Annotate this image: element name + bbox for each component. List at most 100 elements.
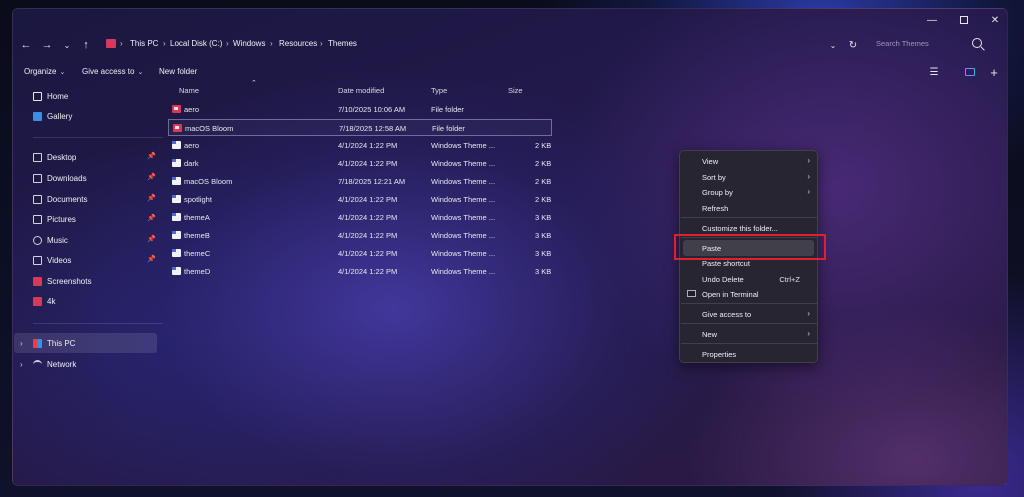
menu-item-label: Give access to [702,310,752,319]
refresh-button[interactable]: ↻ [846,38,860,52]
breadcrumb-windows[interactable]: Windows [233,39,265,48]
file-date-modified: 4/1/2024 1:22 PM [338,267,398,276]
menu-item-shortcut: Ctrl+Z [779,275,800,284]
menu-item-label: New [702,330,718,339]
home-icon [33,91,42,101]
menu-item-undo-delete[interactable]: Undo Delete Ctrl+Z [680,271,817,287]
chevron-right-icon[interactable]: › [20,360,23,369]
sidebar-item-screenshots[interactable]: Screenshots [33,272,91,290]
close-icon: ✕ [990,14,1000,26]
pictures-icon [33,214,42,224]
sort-up-icon: ⌃ [251,80,257,87]
give-access-label: Give access to [82,67,135,76]
sidebar-item-pictures[interactable]: Pictures [33,210,76,228]
theme-file-icon [172,213,181,221]
sidebar-item-network[interactable]: Network [33,355,76,373]
sidebar-item-4k[interactable]: 4k [33,292,55,310]
menu-item-label: Customize this folder... [702,224,778,233]
menu-item-label: View [702,157,719,166]
theme-file-icon [172,249,181,257]
breadcrumb-this-pc[interactable]: This PC [130,39,158,48]
file-row[interactable]: macOS Bloom 7/18/2025 12:58 AM File folder [168,119,552,136]
file-date-modified: 7/18/2025 12:21 AM [338,177,406,186]
this-pc-icon [33,338,42,348]
sidebar-item-label: Gallery [47,111,73,121]
file-row[interactable]: aero 4/1/2024 1:22 PM Windows Theme ... 2 K… [168,137,552,154]
breadcrumb-resources[interactable]: Resources [279,39,317,48]
breadcrumb-themes[interactable]: Themes [328,39,357,48]
menu-item-properties[interactable]: Properties [680,346,817,362]
file-row[interactable]: dark 4/1/2024 1:22 PM Windows Theme ... 2 K… [168,155,552,172]
file-row[interactable]: themeC 4/1/2024 1:22 PM Windows Theme ... 3… [168,245,552,262]
file-date-modified: 7/10/2025 10:06 AM [338,105,406,114]
paste-highlight-box [674,234,826,260]
close-button[interactable]: ✕ [988,13,1002,27]
recent-locations-button[interactable]: ⌄ [60,38,74,52]
maximize-button[interactable] [957,13,971,27]
sidebar-item-home[interactable]: Home [33,87,68,105]
menu-item-label: Refresh [702,204,729,213]
network-icon [33,359,42,369]
sidebar-item-downloads[interactable]: Downloads [33,169,87,187]
address-history-button[interactable]: ⌄ [826,38,840,52]
file-date-modified: 4/1/2024 1:22 PM [338,159,398,168]
minimize-button[interactable]: — [925,13,939,27]
file-name: themeB [184,231,210,240]
new-tab-button[interactable]: + [987,65,1001,80]
menu-item-refresh[interactable]: Refresh [680,200,817,216]
arrow-left-icon: ← [20,39,32,51]
breadcrumb-separator: › [270,39,273,48]
menu-item-new[interactable]: New › [680,326,817,342]
sidebar-item-music[interactable]: Music [33,231,68,249]
folder-icon [172,105,181,113]
sidebar-item-documents[interactable]: Documents [33,190,87,208]
sidebar-item-label: Music [47,235,68,245]
sidebar-item-videos[interactable]: Videos [33,251,71,269]
sidebar-item-gallery[interactable]: Gallery [33,107,72,125]
view-options-button[interactable]: ☰ [927,65,941,79]
details-pane-button[interactable] [963,65,977,79]
menu-item-group-by[interactable]: Group by › [680,184,817,200]
arrow-right-icon: → [41,39,53,51]
chevron-right-icon: › [807,309,810,318]
file-name: aero [184,105,200,114]
chevron-right-icon[interactable]: › [20,339,23,348]
column-header-date[interactable]: Date modified [338,86,384,95]
sidebar-item-this-pc[interactable]: This PC [33,334,75,352]
sidebar-item-desktop[interactable]: Desktop [33,148,76,166]
column-header-size[interactable]: Size [508,86,523,95]
menu-divider [681,217,817,218]
sidebar-item-label: Videos [47,255,72,265]
forward-button[interactable]: → [40,38,54,52]
up-button[interactable]: ↑ [79,38,93,52]
sidebar-item-label: Downloads [47,173,87,183]
file-date-modified: 4/1/2024 1:22 PM [338,141,398,150]
file-row[interactable]: themeD 4/1/2024 1:22 PM Windows Theme ... 3… [168,263,552,280]
menu-item-sort-by[interactable]: Sort by › [680,169,817,185]
menu-item-open-terminal[interactable]: Open in Terminal [680,286,817,302]
back-button[interactable]: ← [19,38,33,52]
file-size: 3 KB [535,231,552,240]
menu-item-give-access[interactable]: Give access to › [680,306,817,322]
gallery-icon [33,111,42,121]
file-row[interactable]: aero 7/10/2025 10:06 AM File folder [168,101,552,118]
column-header-type[interactable]: Type [431,86,447,95]
give-access-button[interactable]: Give access to ⌄ [82,67,143,76]
file-size: 2 KB [535,195,552,204]
column-header-name[interactable]: Name [179,86,199,95]
file-name: themeD [184,267,211,276]
theme-file-icon [172,231,181,239]
menu-item-label: Group by [702,188,733,197]
file-row[interactable]: themeA 4/1/2024 1:22 PM Windows Theme ... 3… [168,209,552,226]
breadcrumb-local-disk[interactable]: Local Disk (C:) [170,39,222,48]
new-folder-button[interactable]: New folder [159,67,197,76]
search-box[interactable]: Search Themes [864,35,994,53]
videos-icon [33,255,42,265]
minimize-icon: — [927,14,937,26]
menu-item-view[interactable]: View › [680,153,817,169]
file-name: macOS Bloom [185,124,234,133]
file-row[interactable]: spotlight 4/1/2024 1:22 PM Windows Theme .… [168,191,552,208]
file-row[interactable]: themeB 4/1/2024 1:22 PM Windows Theme ... 3… [168,227,552,244]
file-row[interactable]: macOS Bloom 7/18/2025 12:21 AM Windows The… [168,173,552,190]
organize-button[interactable]: Organize ⌄ [24,67,65,76]
